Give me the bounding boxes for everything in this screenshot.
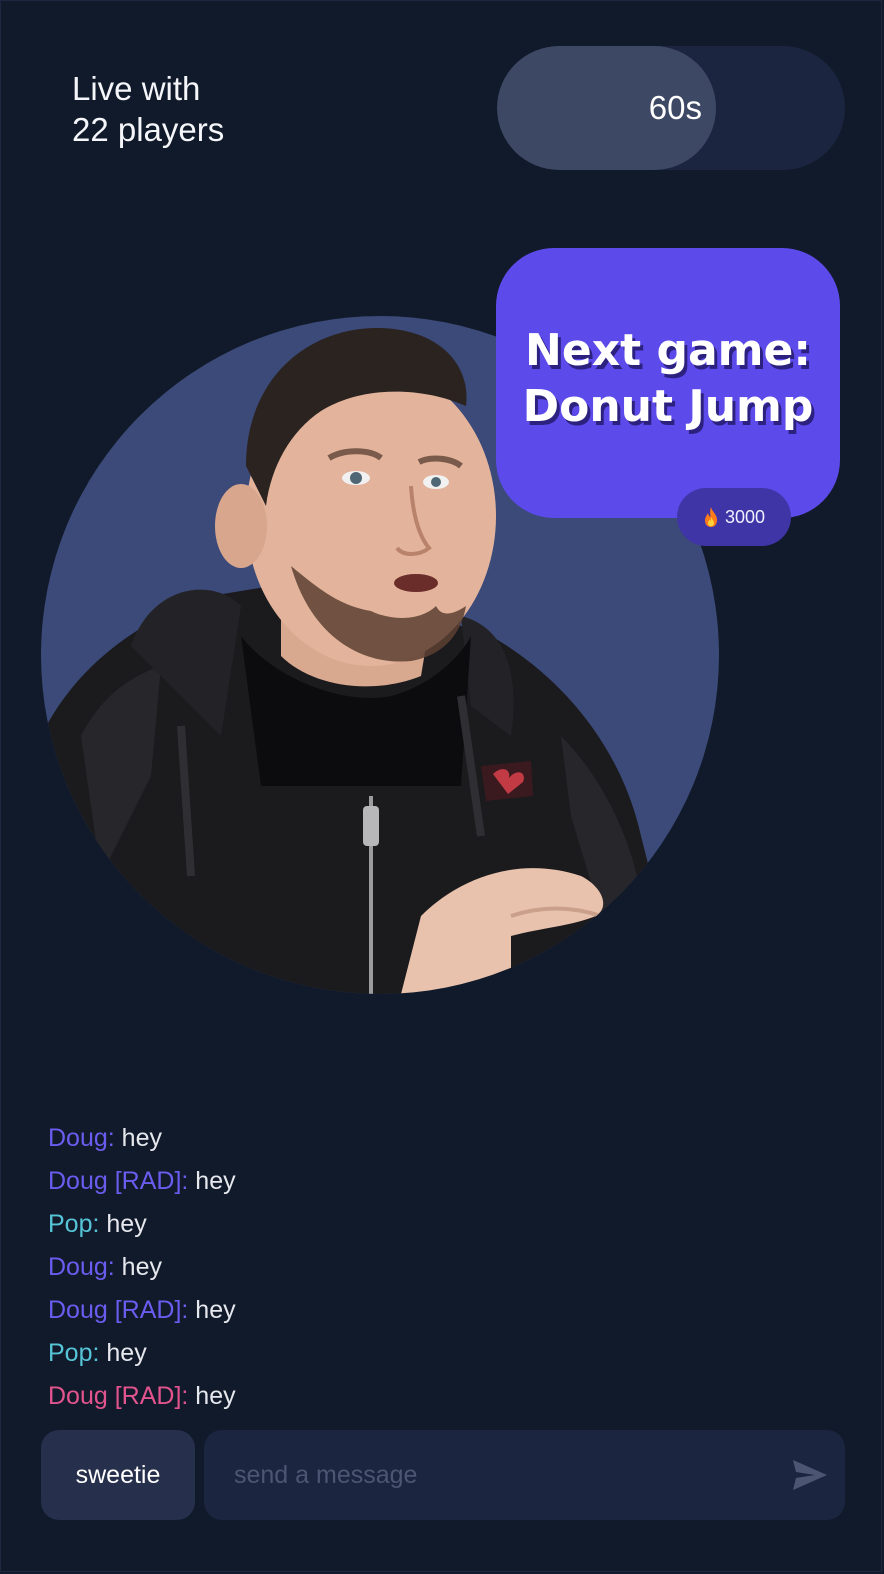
next-game-name: Donut Jump bbox=[522, 381, 814, 432]
chat-message: Doug [RAD]: hey bbox=[48, 1289, 236, 1332]
chat-message: Doug [RAD]: hey bbox=[48, 1160, 236, 1203]
chat-message-list: Doug: hey Doug [RAD]: hey Pop: hey Doug: he… bbox=[48, 1117, 236, 1418]
chat-author[interactable]: Doug [RAD]: bbox=[48, 1296, 188, 1324]
chat-text: hey bbox=[195, 1167, 236, 1195]
username-button[interactable]: sweetie bbox=[41, 1430, 195, 1520]
chat-text: hey bbox=[121, 1253, 162, 1281]
fire-icon bbox=[704, 507, 717, 527]
chat-author[interactable]: Doug: bbox=[48, 1124, 115, 1152]
countdown-timer: 60s bbox=[497, 46, 845, 170]
chat-text: hey bbox=[106, 1210, 147, 1238]
send-button[interactable] bbox=[787, 1452, 833, 1498]
countdown-label: 60s bbox=[648, 89, 702, 126]
chat-author[interactable]: Doug [RAD]: bbox=[48, 1167, 188, 1195]
reward-value: 3000 bbox=[724, 506, 766, 527]
message-composer bbox=[204, 1430, 845, 1520]
live-player-count: Live with 22 players bbox=[72, 68, 224, 150]
chat-message: Pop: hey bbox=[48, 1332, 236, 1375]
chat-message: Doug: hey bbox=[48, 1117, 236, 1160]
reward-badge: 3000 bbox=[677, 488, 791, 546]
send-icon bbox=[793, 1460, 827, 1490]
player-count-line: 22 players bbox=[72, 111, 225, 148]
message-input[interactable] bbox=[234, 1430, 774, 1520]
next-game-card: Next game: Donut Jump bbox=[496, 248, 840, 518]
chat-message: Doug: hey bbox=[48, 1246, 236, 1289]
chat-text: hey bbox=[195, 1382, 236, 1410]
next-game-label: Next game: bbox=[525, 325, 811, 376]
chat-author[interactable]: Doug [RAD]: bbox=[48, 1382, 188, 1410]
chat-author[interactable]: Pop: bbox=[48, 1339, 99, 1367]
next-game-title: Next game: Donut Jump bbox=[523, 323, 814, 435]
chat-text: hey bbox=[106, 1339, 147, 1367]
chat-text: hey bbox=[121, 1124, 162, 1152]
chat-message: Doug [RAD]: hey bbox=[48, 1375, 236, 1418]
chat-text: hey bbox=[195, 1296, 236, 1324]
chat-message: Pop: hey bbox=[48, 1203, 236, 1246]
chat-author[interactable]: Doug: bbox=[48, 1253, 115, 1281]
chat-author[interactable]: Pop: bbox=[48, 1210, 99, 1238]
live-status-line: Live with bbox=[72, 70, 201, 107]
